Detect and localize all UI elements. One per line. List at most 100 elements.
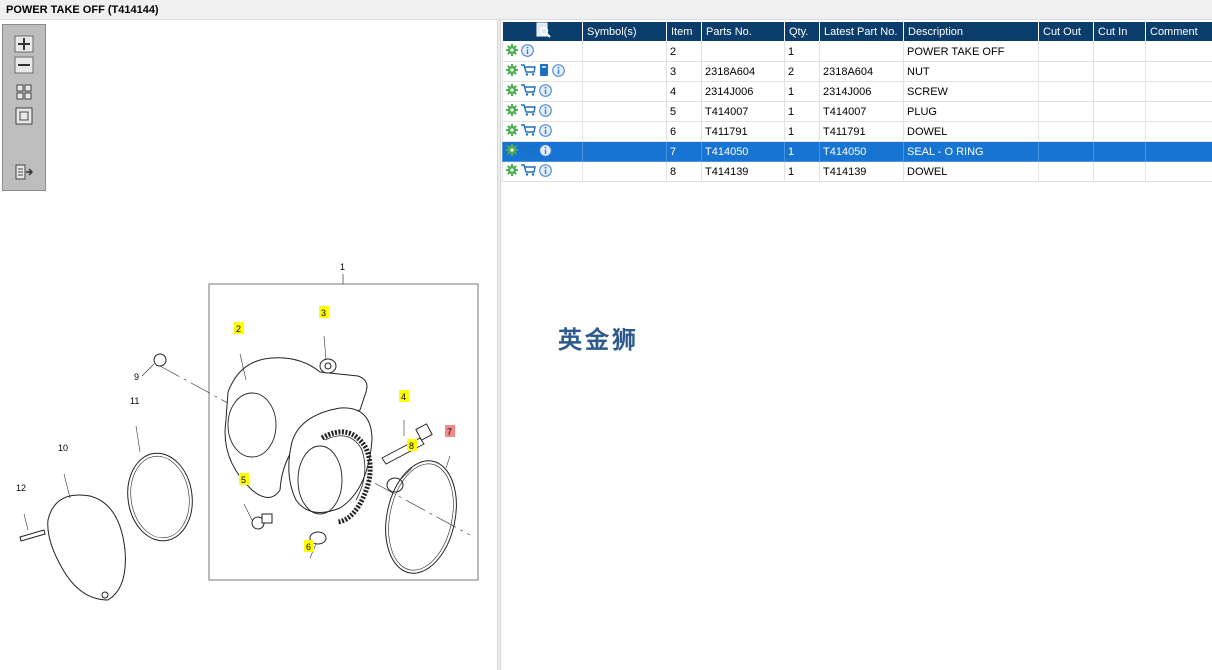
cell-cut-out xyxy=(1038,81,1094,102)
header-symbols[interactable]: Symbol(s) xyxy=(582,21,667,42)
header-latest-part-no[interactable]: Latest Part No. xyxy=(819,21,904,42)
cell-comment xyxy=(1145,81,1212,102)
row-actions xyxy=(502,121,583,142)
parts-list-pane: Symbol(s) Item Parts No. Qty. Latest Par… xyxy=(501,20,1212,670)
cart-icon[interactable] xyxy=(521,144,536,159)
fit-all-icon[interactable] xyxy=(14,83,34,101)
table-row[interactable]: 5 T414007 1 T414007 PLUG xyxy=(502,101,1212,122)
callout-3[interactable]: 3 xyxy=(321,308,326,318)
plug-9-part[interactable] xyxy=(153,353,167,367)
callout-5[interactable]: 5 xyxy=(241,475,246,485)
info-icon[interactable] xyxy=(539,123,552,140)
cell-qty: 1 xyxy=(784,121,820,142)
cell-latest: T411791 xyxy=(819,121,904,142)
header-item[interactable]: Item xyxy=(666,21,702,42)
table-row[interactable]: 3 2318A604 2 2318A604 NUT xyxy=(502,61,1212,82)
callout-2[interactable]: 2 xyxy=(236,324,241,334)
header-comment[interactable]: Comment xyxy=(1145,21,1212,42)
gear-icon[interactable] xyxy=(506,124,518,139)
cell-cut-out xyxy=(1038,101,1094,122)
row-actions xyxy=(502,41,583,62)
search-document-icon[interactable] xyxy=(535,22,551,38)
cart-icon[interactable] xyxy=(521,64,536,79)
nut-part[interactable] xyxy=(319,358,337,374)
table-row[interactable]: 8 T414139 1 T414139 DOWEL xyxy=(502,161,1212,182)
cell-cut-out xyxy=(1038,41,1094,62)
cell-qty: 2 xyxy=(784,61,820,82)
header-parts-no[interactable]: Parts No. xyxy=(701,21,785,42)
callout-12[interactable]: 12 xyxy=(16,483,26,493)
cell-description: PLUG xyxy=(903,101,1039,122)
zoom-in-icon[interactable] xyxy=(14,35,34,53)
cell-description: DOWEL xyxy=(903,161,1039,182)
gasket-part[interactable] xyxy=(122,449,198,545)
diagram-pane[interactable]: 1 2 3 4 5 6 7 8 9 10 11 12 xyxy=(0,20,497,670)
cell-latest: 2314J006 xyxy=(819,81,904,102)
gear-icon[interactable] xyxy=(506,44,518,59)
book-icon[interactable] xyxy=(539,63,549,80)
cell-latest: T414139 xyxy=(819,161,904,182)
cell-symbols xyxy=(582,121,667,142)
cover-part[interactable] xyxy=(47,494,126,601)
table-row[interactable]: 4 2314J006 1 2314J006 SCREW xyxy=(502,81,1212,102)
cell-qty: 1 xyxy=(784,141,820,162)
cell-cut-in xyxy=(1093,141,1146,162)
info-icon[interactable] xyxy=(521,43,534,60)
exploded-diagram[interactable]: 1 2 3 4 5 6 7 8 9 10 11 12 xyxy=(0,20,497,670)
table-row[interactable]: 7 T414050 1 T414050 SEAL - O RING xyxy=(502,141,1212,162)
zoom-out-icon[interactable] xyxy=(14,56,34,74)
callout-10[interactable]: 10 xyxy=(58,443,68,453)
callout-9[interactable]: 9 xyxy=(134,372,139,382)
cell-cut-in xyxy=(1093,61,1146,82)
gear-icon[interactable] xyxy=(506,104,518,119)
cell-parts-no: 2314J006 xyxy=(701,81,785,102)
callout-8[interactable]: 8 xyxy=(409,441,414,451)
header-description[interactable]: Description xyxy=(903,21,1039,42)
cell-qty: 1 xyxy=(784,101,820,122)
gear-icon[interactable] xyxy=(506,164,518,179)
parts-table: Symbol(s) Item Parts No. Qty. Latest Par… xyxy=(502,21,1212,182)
header-search[interactable] xyxy=(502,21,583,42)
fit-window-icon[interactable] xyxy=(14,107,34,125)
info-icon[interactable] xyxy=(539,163,552,180)
callout-4[interactable]: 4 xyxy=(401,392,406,402)
row-actions xyxy=(502,101,583,122)
info-icon[interactable] xyxy=(539,103,552,120)
bolt-part[interactable] xyxy=(19,529,46,542)
cell-comment xyxy=(1145,121,1212,142)
cell-qty: 1 xyxy=(784,81,820,102)
callout-6[interactable]: 6 xyxy=(306,542,311,552)
cell-symbols xyxy=(582,161,667,182)
cart-icon[interactable] xyxy=(521,84,536,99)
gear-icon[interactable] xyxy=(506,144,518,159)
cell-symbols xyxy=(582,101,667,122)
cell-parts-no: T414050 xyxy=(701,141,785,162)
cell-cut-in xyxy=(1093,121,1146,142)
cell-comment xyxy=(1145,61,1212,82)
cell-description: DOWEL xyxy=(903,121,1039,142)
screw-part[interactable] xyxy=(381,437,425,465)
info-icon[interactable] xyxy=(552,63,565,80)
gear-icon[interactable] xyxy=(506,64,518,79)
cell-comment xyxy=(1145,101,1212,122)
table-row[interactable]: 6 T411791 1 T411791 DOWEL xyxy=(502,121,1212,142)
cart-icon[interactable] xyxy=(521,164,536,179)
callout-7[interactable]: 7 xyxy=(447,427,452,437)
export-icon[interactable] xyxy=(14,163,34,181)
header-cut-in[interactable]: Cut In xyxy=(1093,21,1146,42)
info-icon[interactable] xyxy=(539,143,552,160)
window-title: POWER TAKE OFF (T414144) xyxy=(6,4,159,16)
gear-icon[interactable] xyxy=(506,84,518,99)
cell-qty: 1 xyxy=(784,41,820,62)
callout-11[interactable]: 11 xyxy=(130,396,139,406)
header-cut-out[interactable]: Cut Out xyxy=(1038,21,1094,42)
cart-icon[interactable] xyxy=(521,124,536,139)
cell-cut-in xyxy=(1093,101,1146,122)
table-row[interactable]: 2 1 POWER TAKE OFF xyxy=(502,41,1212,62)
callout-1[interactable]: 1 xyxy=(340,262,345,272)
cell-parts-no xyxy=(701,41,785,62)
header-qty[interactable]: Qty. xyxy=(784,21,820,42)
cart-icon[interactable] xyxy=(521,104,536,119)
info-icon[interactable] xyxy=(539,83,552,100)
watermark-text: 英金狮 xyxy=(558,326,639,354)
